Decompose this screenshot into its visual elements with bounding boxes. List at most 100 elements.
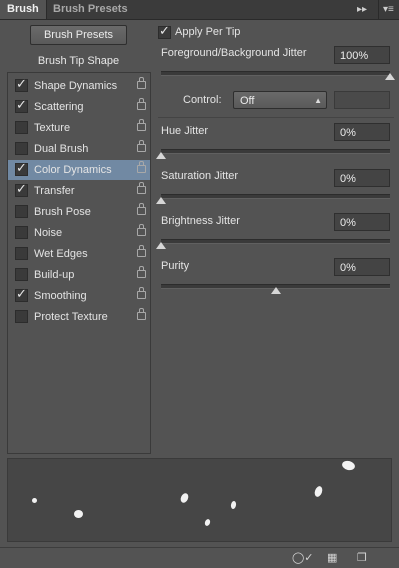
lock-icon[interactable] [137,308,146,320]
checkbox[interactable] [15,268,28,281]
double-chevron-right-icon[interactable]: ▸▸ [357,0,367,19]
option-noise[interactable]: Noise [8,223,150,243]
tab-brush-presets[interactable]: Brush Presets [46,0,135,19]
option-label: Transfer [34,185,75,197]
fg-bg-jitter-slider-thumb[interactable] [385,73,395,80]
checkmark-icon: ✓ [16,97,27,112]
lock-icon[interactable] [137,287,146,299]
brush-options-list: ✓ Shape Dynamics ✓ Scattering Texture Du… [7,72,151,454]
checkbox[interactable]: ✓ [15,97,28,113]
option-label: Color Dynamics [34,164,112,176]
hue-jitter-slider[interactable] [161,149,390,154]
lock-icon[interactable] [137,245,146,257]
checkmark-icon: ✓ [16,181,27,196]
lock-icon[interactable] [137,77,146,89]
option-smoothing[interactable]: ✓ Smoothing [8,286,150,306]
panel-bottom-toolbar: ◯✓ ▦ ❐ [0,547,399,568]
checkmark-icon: ✓ [16,286,27,301]
lock-icon[interactable] [137,161,146,173]
checkbox[interactable] [15,310,28,323]
option-wet-edges[interactable]: Wet Edges [8,244,150,264]
option-label: Scattering [34,101,84,113]
control-label: Control: [183,94,222,106]
lock-icon[interactable] [137,224,146,236]
lock-icon[interactable] [137,266,146,278]
brightness-jitter-slider-thumb[interactable] [156,242,166,249]
option-label: Texture [34,122,71,134]
checkbox[interactable] [15,247,28,260]
preview-dab [179,491,190,505]
checkbox[interactable] [15,226,28,239]
option-dual-brush[interactable]: Dual Brush [8,139,150,159]
option-protect-texture[interactable]: Protect Texture [8,307,150,327]
hue-jitter-input[interactable]: 0% [334,123,390,141]
option-label: Wet Edges [34,248,88,260]
hue-jitter-label: Hue Jitter [161,125,209,137]
checkbox[interactable] [15,121,28,134]
toggle-live-tip-preview-icon[interactable]: ◯✓ [292,552,314,564]
updown-arrow-icon: ▲ [314,96,322,105]
option-label: Brush Pose [34,206,91,218]
saturation-jitter-input[interactable]: 0% [334,169,390,187]
control-amount-field [334,91,390,109]
lock-icon[interactable] [137,140,146,152]
fg-bg-jitter-label: Foreground/Background Jitter [161,47,307,59]
saturation-jitter-label: Saturation Jitter [161,170,239,182]
divider [158,117,394,118]
option-shape-dynamics[interactable]: ✓ Shape Dynamics [8,76,150,96]
lock-icon[interactable] [137,98,146,110]
fg-bg-jitter-input[interactable]: 100% [334,46,390,64]
saturation-jitter-slider-thumb[interactable] [156,197,166,204]
preview-dab [203,518,212,527]
checkbox[interactable] [15,205,28,218]
checkbox[interactable]: ✓ [15,286,28,302]
brush-presets-button[interactable]: Brush Presets [30,25,127,45]
checkmark-icon: ✓ [16,160,27,175]
option-build-up[interactable]: Build-up [8,265,150,285]
fg-bg-jitter-slider[interactable] [161,71,390,76]
option-label: Smoothing [34,290,87,302]
option-label: Dual Brush [34,143,89,155]
checkmark-icon: ✓ [159,23,170,38]
option-label: Build-up [34,269,75,281]
preview-dab [341,459,356,472]
option-texture[interactable]: Texture [8,118,150,138]
brush-tip-shape-item[interactable]: Brush Tip Shape [7,51,150,72]
apply-per-tip-label: Apply Per Tip [175,26,241,38]
control-select-value: Off [240,95,255,107]
brush-grid-icon[interactable]: ▦ [327,552,337,564]
option-label: Shape Dynamics [34,80,118,92]
apply-per-tip-checkbox[interactable]: ✓ [158,23,171,39]
option-color-dynamics[interactable]: ✓ Color Dynamics [8,160,150,180]
option-label: Protect Texture [34,311,108,323]
create-new-brush-icon[interactable]: ❐ [357,552,367,564]
preview-dab [230,500,237,510]
purity-slider-thumb[interactable] [270,287,281,294]
purity-input[interactable]: 0% [334,258,390,276]
option-scattering[interactable]: ✓ Scattering [8,97,150,117]
checkmark-icon: ✓ [16,76,27,91]
checkbox[interactable]: ✓ [15,181,28,197]
hue-jitter-slider-thumb[interactable] [156,152,166,159]
saturation-jitter-slider[interactable] [161,194,390,199]
checkbox[interactable] [15,142,28,155]
preview-dab [313,485,324,498]
brush-stroke-preview [7,458,392,542]
brightness-jitter-slider[interactable] [161,239,390,244]
preview-dab [74,510,83,518]
lock-icon[interactable] [137,203,146,215]
purity-label: Purity [161,260,190,272]
lock-icon[interactable] [137,119,146,131]
lock-icon[interactable] [137,182,146,194]
brightness-jitter-label: Brightness Jitter [161,215,240,227]
checkbox[interactable]: ✓ [15,76,28,92]
preview-dab [32,498,37,503]
tab-brush[interactable]: Brush [0,0,47,19]
option-brush-pose[interactable]: Brush Pose [8,202,150,222]
checkbox[interactable]: ✓ [15,160,28,176]
option-transfer[interactable]: ✓ Transfer [8,181,150,201]
brightness-jitter-input[interactable]: 0% [334,213,390,231]
panel-menu-icon[interactable]: ▾≡ [378,0,394,19]
option-label: Noise [34,227,63,239]
control-select[interactable]: Off ▲ [233,91,327,109]
